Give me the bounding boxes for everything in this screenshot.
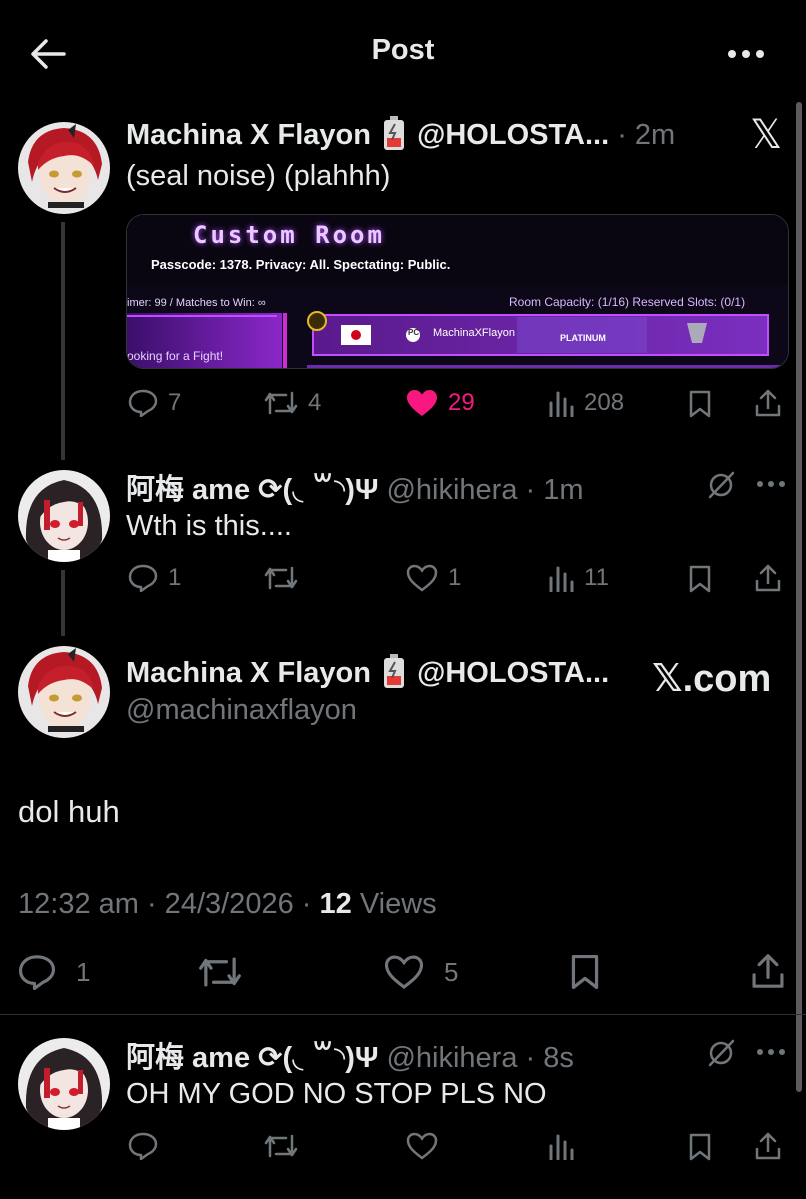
post-text: (seal noise) (plahhh) bbox=[126, 160, 391, 192]
x-logo-icon: 𝕏 bbox=[750, 112, 783, 158]
media-player-name: MachinaXFlayon bbox=[433, 327, 515, 339]
like-count: 1 bbox=[448, 564, 462, 591]
reply-icon bbox=[128, 389, 158, 417]
view-count: 208 bbox=[584, 389, 625, 416]
reply-button[interactable]: 1 bbox=[128, 564, 181, 592]
more-options-icon[interactable] bbox=[756, 1046, 786, 1058]
views-button[interactable]: 208 bbox=[548, 389, 624, 417]
reply-button[interactable]: 7 bbox=[128, 389, 181, 417]
display-name[interactable]: Machina X Flayon bbox=[126, 657, 371, 689]
avatar[interactable] bbox=[18, 1038, 110, 1130]
repost-button[interactable] bbox=[264, 564, 308, 592]
display-name[interactable]: 阿梅 ame ⟳(◟ ꒳◝)Ψ bbox=[126, 474, 378, 506]
view-count: 11 bbox=[584, 564, 609, 591]
views-icon bbox=[549, 566, 574, 592]
media-title: Custom Room bbox=[193, 221, 385, 249]
like-button[interactable]: 5 bbox=[384, 954, 458, 990]
grok-icon[interactable] bbox=[706, 470, 736, 500]
bookmark-icon[interactable] bbox=[688, 1133, 712, 1161]
watermark: 𝕏.com bbox=[652, 658, 772, 700]
post-text: Wth is this.... bbox=[126, 510, 292, 542]
handle-short[interactable]: @HOLOSTA... bbox=[417, 657, 609, 689]
share-icon[interactable] bbox=[754, 1131, 782, 1161]
thread-connector bbox=[61, 570, 65, 636]
low-battery-icon bbox=[384, 116, 405, 150]
post-author-row: 阿梅 ame ⟳(◟ ꒳◝)Ψ @hikihera · 1m bbox=[126, 466, 584, 508]
reply-button[interactable]: 1 bbox=[18, 954, 90, 990]
handle[interactable]: @hikihera bbox=[386, 1042, 517, 1074]
heart-icon bbox=[406, 564, 438, 592]
post-author-row: Machina X Flayon @HOLOSTA... · 2m bbox=[126, 116, 675, 152]
more-options-icon[interactable] bbox=[726, 44, 766, 64]
main-post-text: dol huh bbox=[18, 794, 120, 829]
reply-text: OH MY GOD NO STOP PLS NO bbox=[126, 1078, 547, 1110]
avatar[interactable] bbox=[18, 470, 110, 562]
reply-icon[interactable] bbox=[128, 1132, 158, 1160]
media-rank: PLATINUM bbox=[560, 333, 606, 343]
repost-count: 4 bbox=[308, 389, 322, 416]
post-timestamp: 12:32 am · 24/3/2026 · 12 Views bbox=[18, 888, 437, 921]
views-button[interactable]: 11 bbox=[548, 564, 609, 592]
post-media[interactable]: Custom Room Passcode: 1378. Privacy: All… bbox=[126, 214, 789, 369]
reply-count: 1 bbox=[168, 564, 182, 591]
media-player-tag: PC bbox=[408, 328, 420, 337]
bookmark-icon[interactable] bbox=[688, 565, 712, 593]
avatar[interactable] bbox=[18, 646, 110, 738]
reply-count: 1 bbox=[76, 956, 91, 987]
heart-icon[interactable] bbox=[406, 1132, 438, 1160]
more-options-icon[interactable] bbox=[756, 478, 786, 490]
reply-author-row: 阿梅 ame ⟳(◟ ꒳◝)Ψ @hikihera · 8s bbox=[126, 1034, 574, 1076]
like-count: 5 bbox=[444, 956, 459, 987]
thread-connector bbox=[61, 222, 65, 460]
display-name[interactable]: 阿梅 ame ⟳(◟ ꒳◝)Ψ bbox=[126, 1042, 378, 1074]
media-passcode: Passcode: 1378. Privacy: All. Spectating… bbox=[151, 257, 451, 272]
timestamp[interactable]: 12:32 am · 24/3/2026 · bbox=[18, 888, 311, 920]
views-icon[interactable] bbox=[548, 1132, 574, 1160]
repost-icon[interactable] bbox=[198, 954, 242, 990]
handle[interactable]: @hikihera bbox=[386, 474, 517, 506]
repost-icon bbox=[264, 566, 298, 590]
share-icon[interactable] bbox=[754, 388, 782, 418]
page-title: Post bbox=[371, 34, 435, 66]
grok-icon[interactable] bbox=[706, 1038, 736, 1068]
reply-count: 7 bbox=[168, 389, 182, 416]
reply-icon bbox=[18, 955, 56, 990]
post-time[interactable]: · 1m bbox=[526, 474, 584, 506]
low-battery-icon bbox=[384, 654, 405, 688]
views-label: Views bbox=[359, 888, 437, 920]
main-post-author-row: Machina X Flayon @HOLOSTA... bbox=[126, 654, 609, 690]
display-name[interactable]: Machina X Flayon bbox=[126, 119, 371, 151]
divider bbox=[0, 1014, 806, 1015]
bookmark-icon[interactable] bbox=[569, 954, 601, 990]
bookmark-icon[interactable] bbox=[688, 390, 712, 418]
avatar[interactable] bbox=[18, 122, 110, 214]
scrollbar[interactable] bbox=[796, 102, 802, 1092]
media-capacity: Room Capacity: (1/16) Reserved Slots: (0… bbox=[509, 295, 746, 309]
like-button[interactable]: 29 bbox=[406, 389, 475, 417]
views-icon bbox=[549, 391, 574, 417]
repost-icon bbox=[264, 391, 298, 415]
like-count: 29 bbox=[448, 389, 475, 416]
repost-button[interactable]: 4 bbox=[264, 389, 321, 417]
share-icon[interactable] bbox=[750, 952, 786, 990]
share-icon[interactable] bbox=[754, 563, 782, 593]
heart-filled-icon bbox=[407, 390, 437, 416]
media-timer: imer: 99 / Matches to Win: ∞ bbox=[127, 297, 266, 309]
post-time[interactable]: · 8s bbox=[526, 1042, 574, 1074]
like-button[interactable]: 1 bbox=[406, 564, 461, 592]
handle[interactable]: @HOLOSTA... bbox=[417, 119, 609, 151]
repost-icon[interactable] bbox=[264, 1132, 298, 1160]
top-bar: Post bbox=[0, 0, 806, 108]
views-count: 12 bbox=[319, 888, 352, 920]
handle[interactable]: @machinaxflayon bbox=[126, 694, 357, 727]
post-time[interactable]: · 2m bbox=[617, 119, 675, 151]
reply-icon bbox=[128, 564, 158, 592]
heart-icon bbox=[384, 955, 424, 989]
media-fight: ooking for a Fight! bbox=[127, 349, 224, 363]
